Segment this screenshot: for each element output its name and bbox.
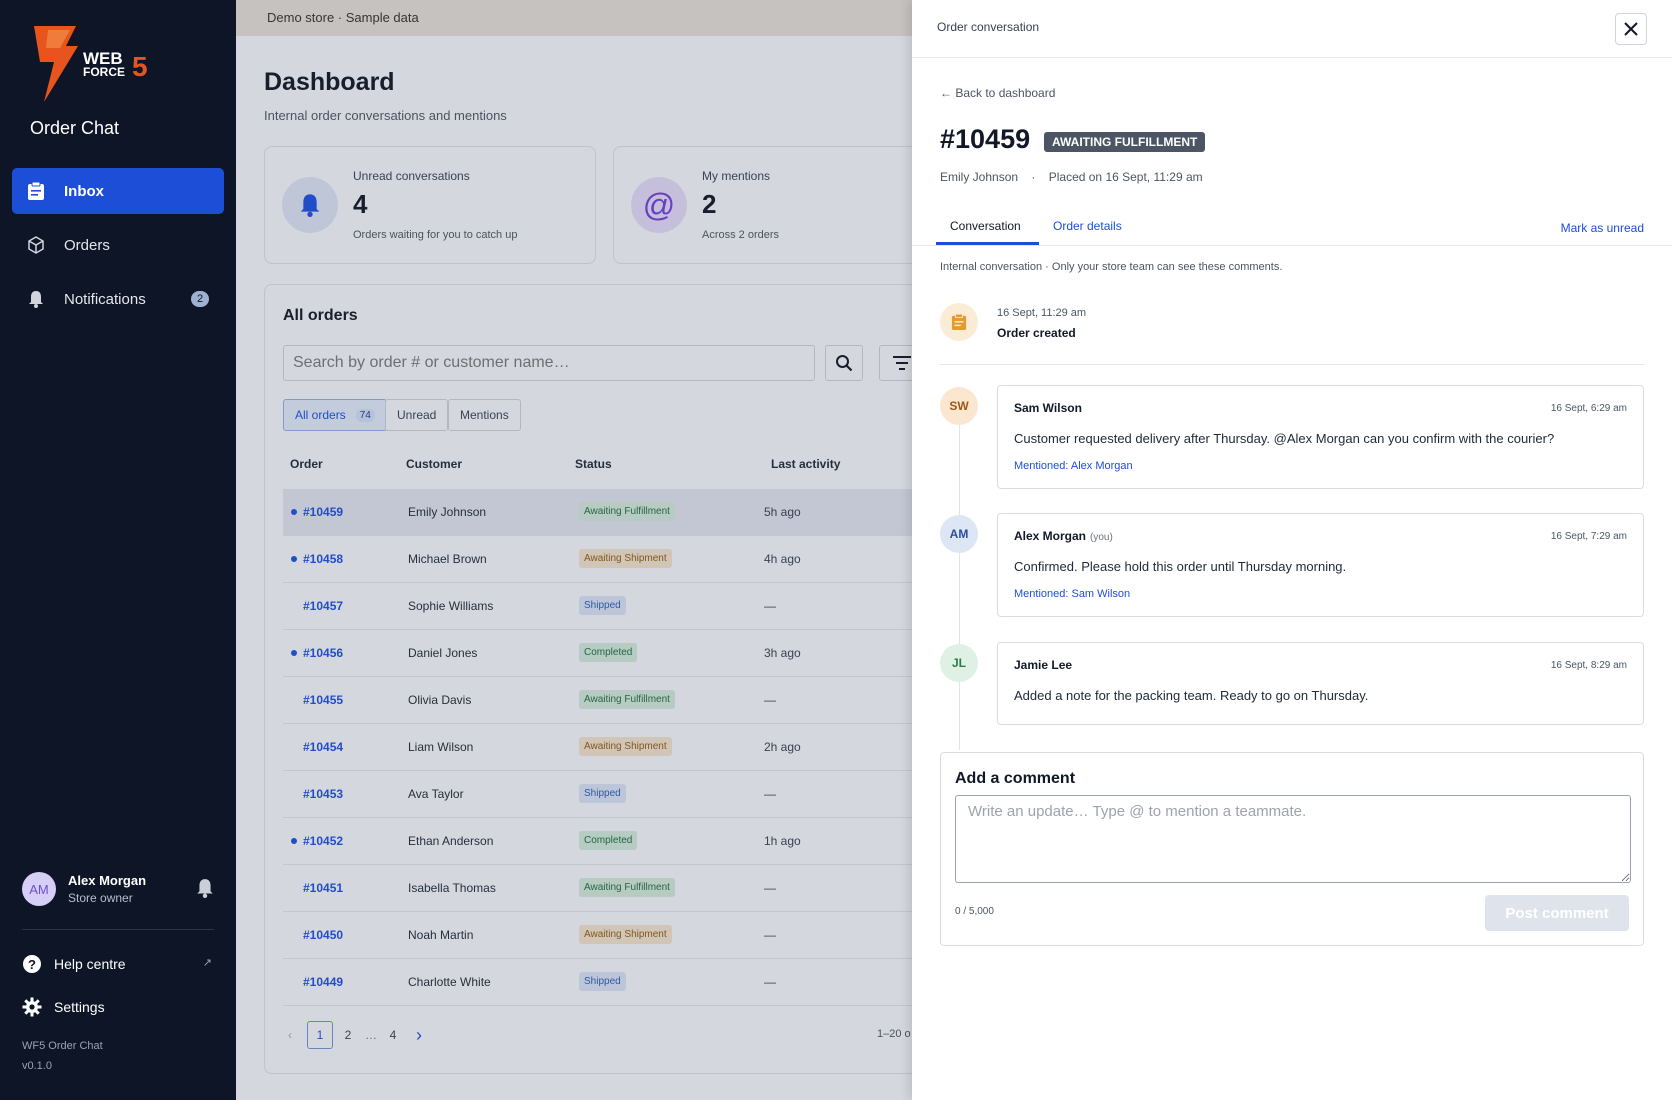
avatar: JL	[940, 644, 978, 682]
comment-card: Sam Wilson 16 Sept, 6:29 am Customer req…	[997, 385, 1644, 489]
comment-text: Confirmed. Please hold this order until …	[1014, 559, 1347, 574]
order-placed-date: Placed on 16 Sept, 11:29 am	[1048, 170, 1203, 184]
help-centre-link[interactable]: ? Help centre ↗	[22, 952, 214, 976]
comment-text: Customer requested delivery after Thursd…	[1014, 431, 1555, 446]
app-name-text: WF5 Order Chat	[22, 1040, 103, 1052]
user-role: Store owner	[68, 891, 133, 905]
panel-header: Order conversation	[912, 0, 1672, 58]
comment-timestamp: 16 Sept, 8:29 am	[1550, 660, 1627, 671]
comment-timestamp: 16 Sept, 7:29 am	[1550, 531, 1627, 542]
nav-item-inbox[interactable]: Inbox	[12, 168, 224, 214]
comment-timeline-line	[959, 420, 960, 750]
comment-card: Alex Morgan (you) 16 Sept, 7:29 am Confir…	[997, 513, 1644, 617]
order-status-badge: AWAITING FULFILLMENT	[1044, 132, 1206, 152]
svg-text:5: 5	[132, 51, 148, 82]
sidebar-divider	[22, 929, 214, 930]
clipboard-icon	[26, 181, 46, 201]
avatar: AM	[940, 515, 978, 553]
help-icon: ?	[22, 954, 42, 974]
order-meta: Emily Johnson · Placed on 16 Sept, 11:29…	[940, 170, 1213, 184]
comment-textarea[interactable]	[955, 795, 1631, 883]
user-name: Alex Morgan	[68, 873, 147, 888]
internal-conversation-note: Internal conversation · Only your store …	[940, 261, 1283, 273]
app-title: Order Chat	[30, 118, 120, 138]
settings-label: Settings	[54, 999, 105, 1015]
meta-separator: ·	[1031, 170, 1036, 184]
comment-author: Jamie Lee	[1014, 658, 1073, 672]
comment-timestamp: 16 Sept, 6:29 am	[1550, 403, 1627, 414]
svg-text:FORCE: FORCE	[83, 65, 125, 79]
modal-backdrop[interactable]	[236, 0, 912, 1100]
close-icon	[1624, 22, 1638, 36]
order-conversation-panel: Order conversation ← Back to dashboard #…	[912, 0, 1672, 1100]
close-button[interactable]	[1615, 13, 1647, 45]
event-title: Order created	[997, 326, 1076, 340]
nav-label-inbox: Inbox	[64, 182, 104, 200]
svg-text:?: ?	[28, 957, 36, 972]
event-timestamp: 16 Sept, 11:29 am	[997, 307, 1087, 319]
avatar: AM	[22, 872, 56, 906]
character-count: 0 / 5,000	[955, 906, 994, 917]
comment-author: Alex Morgan (you)	[1014, 529, 1113, 543]
panel-title: Order conversation	[937, 20, 1040, 34]
box-icon	[26, 235, 46, 255]
version-text: v0.1.0	[22, 1060, 52, 1072]
help-centre-label: Help centre	[54, 956, 126, 972]
nav-item-notifications[interactable]: Notifications 2	[12, 276, 224, 322]
sidebar: WEB FORCE 5 Order Chat Inbox Orders Noti…	[0, 0, 236, 1100]
panel-tabs: Conversation Order details Mark as unrea…	[912, 208, 1672, 246]
comment-mention[interactable]: Mentioned: Alex Morgan	[1014, 460, 1133, 472]
post-comment-button[interactable]: Post comment	[1485, 895, 1629, 931]
event-divider	[940, 364, 1644, 365]
bell-icon	[26, 289, 46, 309]
nav-label-notifications: Notifications	[64, 290, 146, 308]
order-customer: Emily Johnson	[940, 170, 1019, 184]
logo-bolt-icon: WEB FORCE 5	[34, 26, 148, 102]
tab-order-details[interactable]: Order details	[1053, 219, 1122, 233]
comment-mention[interactable]: Mentioned: Sam Wilson	[1014, 588, 1130, 600]
comment-text: Added a note for the packing team. Ready…	[1014, 688, 1369, 703]
settings-link[interactable]: Settings	[22, 995, 214, 1019]
back-to-dashboard-link[interactable]: ← Back to dashboard	[940, 86, 1055, 100]
nav-item-orders[interactable]: Orders	[12, 222, 224, 268]
add-comment-form: Add a comment 0 / 5,000 Post comment	[940, 752, 1644, 946]
you-tag: (you)	[1090, 532, 1113, 543]
gear-icon	[22, 997, 42, 1017]
web-force-5-logo[interactable]: WEB FORCE 5	[26, 24, 176, 110]
user-block[interactable]: AM Alex Morgan Store owner	[22, 872, 214, 908]
comment-card: Jamie Lee 16 Sept, 8:29 am Added a note …	[997, 642, 1644, 725]
external-link-icon: ↗	[202, 957, 212, 969]
avatar: SW	[940, 387, 978, 425]
order-number: #10459	[940, 124, 1031, 154]
clipboard-icon	[940, 303, 978, 341]
mark-as-unread-link[interactable]: Mark as unread	[1561, 221, 1644, 235]
notification-count-badge: 2	[191, 291, 209, 307]
nav-label-orders: Orders	[64, 236, 110, 254]
comment-author-name: Alex Morgan	[1014, 529, 1087, 543]
tab-conversation[interactable]: Conversation	[950, 219, 1021, 233]
add-comment-title: Add a comment	[955, 770, 1076, 787]
bell-icon[interactable]	[196, 878, 214, 903]
comment-author: Sam Wilson	[1014, 401, 1082, 415]
active-tab-indicator	[936, 242, 1039, 245]
